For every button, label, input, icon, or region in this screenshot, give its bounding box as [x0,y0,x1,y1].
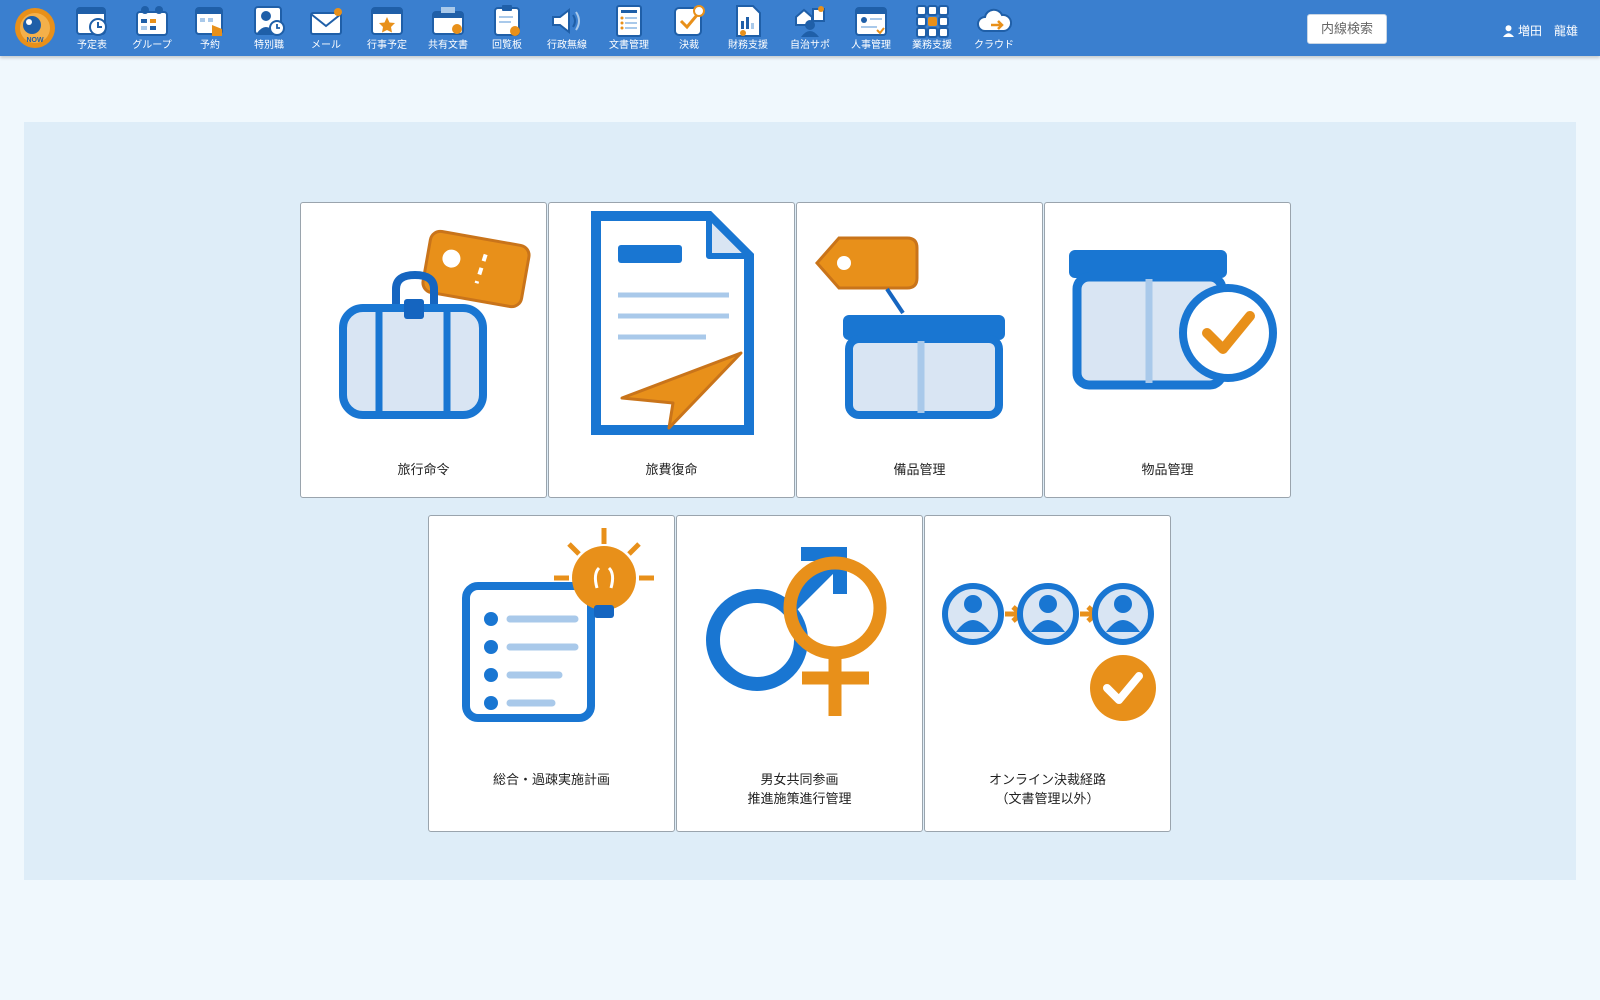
extension-search-button[interactable]: 内線検索 [1307,14,1387,44]
nav-item-approval[interactable]: 決裁 [659,3,719,55]
card-title: 備品管理 [797,461,1042,480]
card-online-approval-route[interactable]: オンライン決裁経路 （文書管理以外） [924,515,1171,832]
now-logo-icon[interactable]: NOW [14,7,56,49]
svg-text:NOW: NOW [26,37,44,44]
nav-label: 予定表 [77,40,107,51]
shared-document-icon [432,7,464,35]
card-title: 旅行命令 [301,461,546,480]
nav-item-reservation[interactable]: 予約 [180,3,240,55]
nav-label: 回覧板 [492,40,522,51]
broadcast-speaker-icon [552,7,580,35]
nav-item-circular[interactable]: 回覧板 [477,3,537,55]
card-title: 旅費復命 [549,461,794,480]
nav-label: クラウド [974,40,1014,51]
card-title-line: （文書管理以外） [995,792,1100,807]
nav-item-schedule[interactable]: 予定表 [62,3,122,55]
user-menu[interactable]: 増田 龍雄 [1502,22,1578,39]
card-goods-management[interactable]: 物品管理 [1044,202,1291,498]
business-grid-icon [916,5,949,38]
card-title: 男女共同参画 推進施策進行管理 [677,771,922,809]
special-staff-icon [254,6,285,36]
box-tag-icon [815,236,1005,419]
card-title: オンライン決裁経路 （文書管理以外） [925,771,1170,809]
card-title-line: 推進施策進行管理 [747,792,852,807]
card-title-line: 男女共同参画 [760,773,839,788]
document-send-icon [591,211,754,435]
nav-label: 文書管理 [609,40,649,51]
event-calendar-icon [371,7,403,35]
card-title: 物品管理 [1045,461,1290,480]
card-travel-order[interactable]: 旅行命令 [300,202,547,498]
nav-label: グループ [132,40,172,51]
approval-route-icon [942,583,1156,721]
nav-item-special-staff[interactable]: 特別職 [239,3,299,55]
nav-label: 特別職 [254,40,284,51]
box-check-icon [1069,250,1277,390]
nav-label: 予約 [200,40,220,51]
cloud-icon [977,8,1012,32]
card-comprehensive-plan[interactable]: 総合・過疎実施計画 [428,515,675,832]
personnel-icon [855,7,887,36]
nav-item-community[interactable]: 自治サポ [780,3,840,55]
card-title-line: 総合・過疎実施計画 [492,773,610,788]
card-title-line: 旅費復命 [645,463,698,478]
nav-item-shared-docs[interactable]: 共有文書 [418,3,478,55]
nav-label: 人事管理 [851,40,891,51]
card-title-line: 物品管理 [1141,463,1194,478]
card-travel-report[interactable]: 旅費復命 [548,202,795,498]
card-equipment-management[interactable]: 備品管理 [796,202,1043,498]
group-calendar-icon [136,6,168,36]
nav-label: 財務支援 [728,40,768,51]
nav-label: 行政無線 [547,40,587,51]
nav-label: 共有文書 [428,40,468,51]
nav-item-finance[interactable]: 財務支援 [718,3,778,55]
card-title-line: オンライン決裁経路 [988,773,1106,788]
nav-label: メール [311,40,341,51]
nav-item-document-mgmt[interactable]: 文書管理 [599,3,659,55]
gender-equality-icon [706,547,887,716]
finance-icon [736,5,761,37]
nav-item-business[interactable]: 業務支援 [902,3,962,55]
nav-item-group[interactable]: グループ [122,3,182,55]
mail-icon [310,8,342,35]
card-title-line: 備品管理 [893,463,946,478]
card-title-line: 旅行命令 [397,463,450,478]
community-support-icon [795,6,825,37]
calendar-clock-icon [76,7,107,36]
nav-label: 業務支援 [912,40,952,51]
top-navigation-bar: NOW 予定表 グループ 予約 特別職 メール 行事予定 共有文書 回覧板 行政… [0,0,1600,56]
approval-icon [674,5,705,36]
nav-item-personnel[interactable]: 人事管理 [841,3,901,55]
suitcase-tag-icon [339,229,531,419]
nav-item-radio[interactable]: 行政無線 [537,3,597,55]
nav-item-cloud[interactable]: クラウド [964,3,1024,55]
user-name: 増田 龍雄 [1517,24,1578,38]
reservation-icon [195,7,223,36]
card-gender-equality[interactable]: 男女共同参画 推進施策進行管理 [676,515,923,832]
card-title: 総合・過疎実施計画 [429,771,674,790]
nav-label: 決裁 [679,40,699,51]
nav-item-events[interactable]: 行事予定 [357,3,417,55]
user-icon [1502,24,1514,37]
document-management-icon [616,5,642,37]
circular-board-icon [494,5,520,36]
nav-label: 行事予定 [367,40,407,51]
plan-idea-icon [462,528,654,722]
nav-label: 自治サポ [790,40,830,51]
nav-item-mail[interactable]: メール [296,3,356,55]
